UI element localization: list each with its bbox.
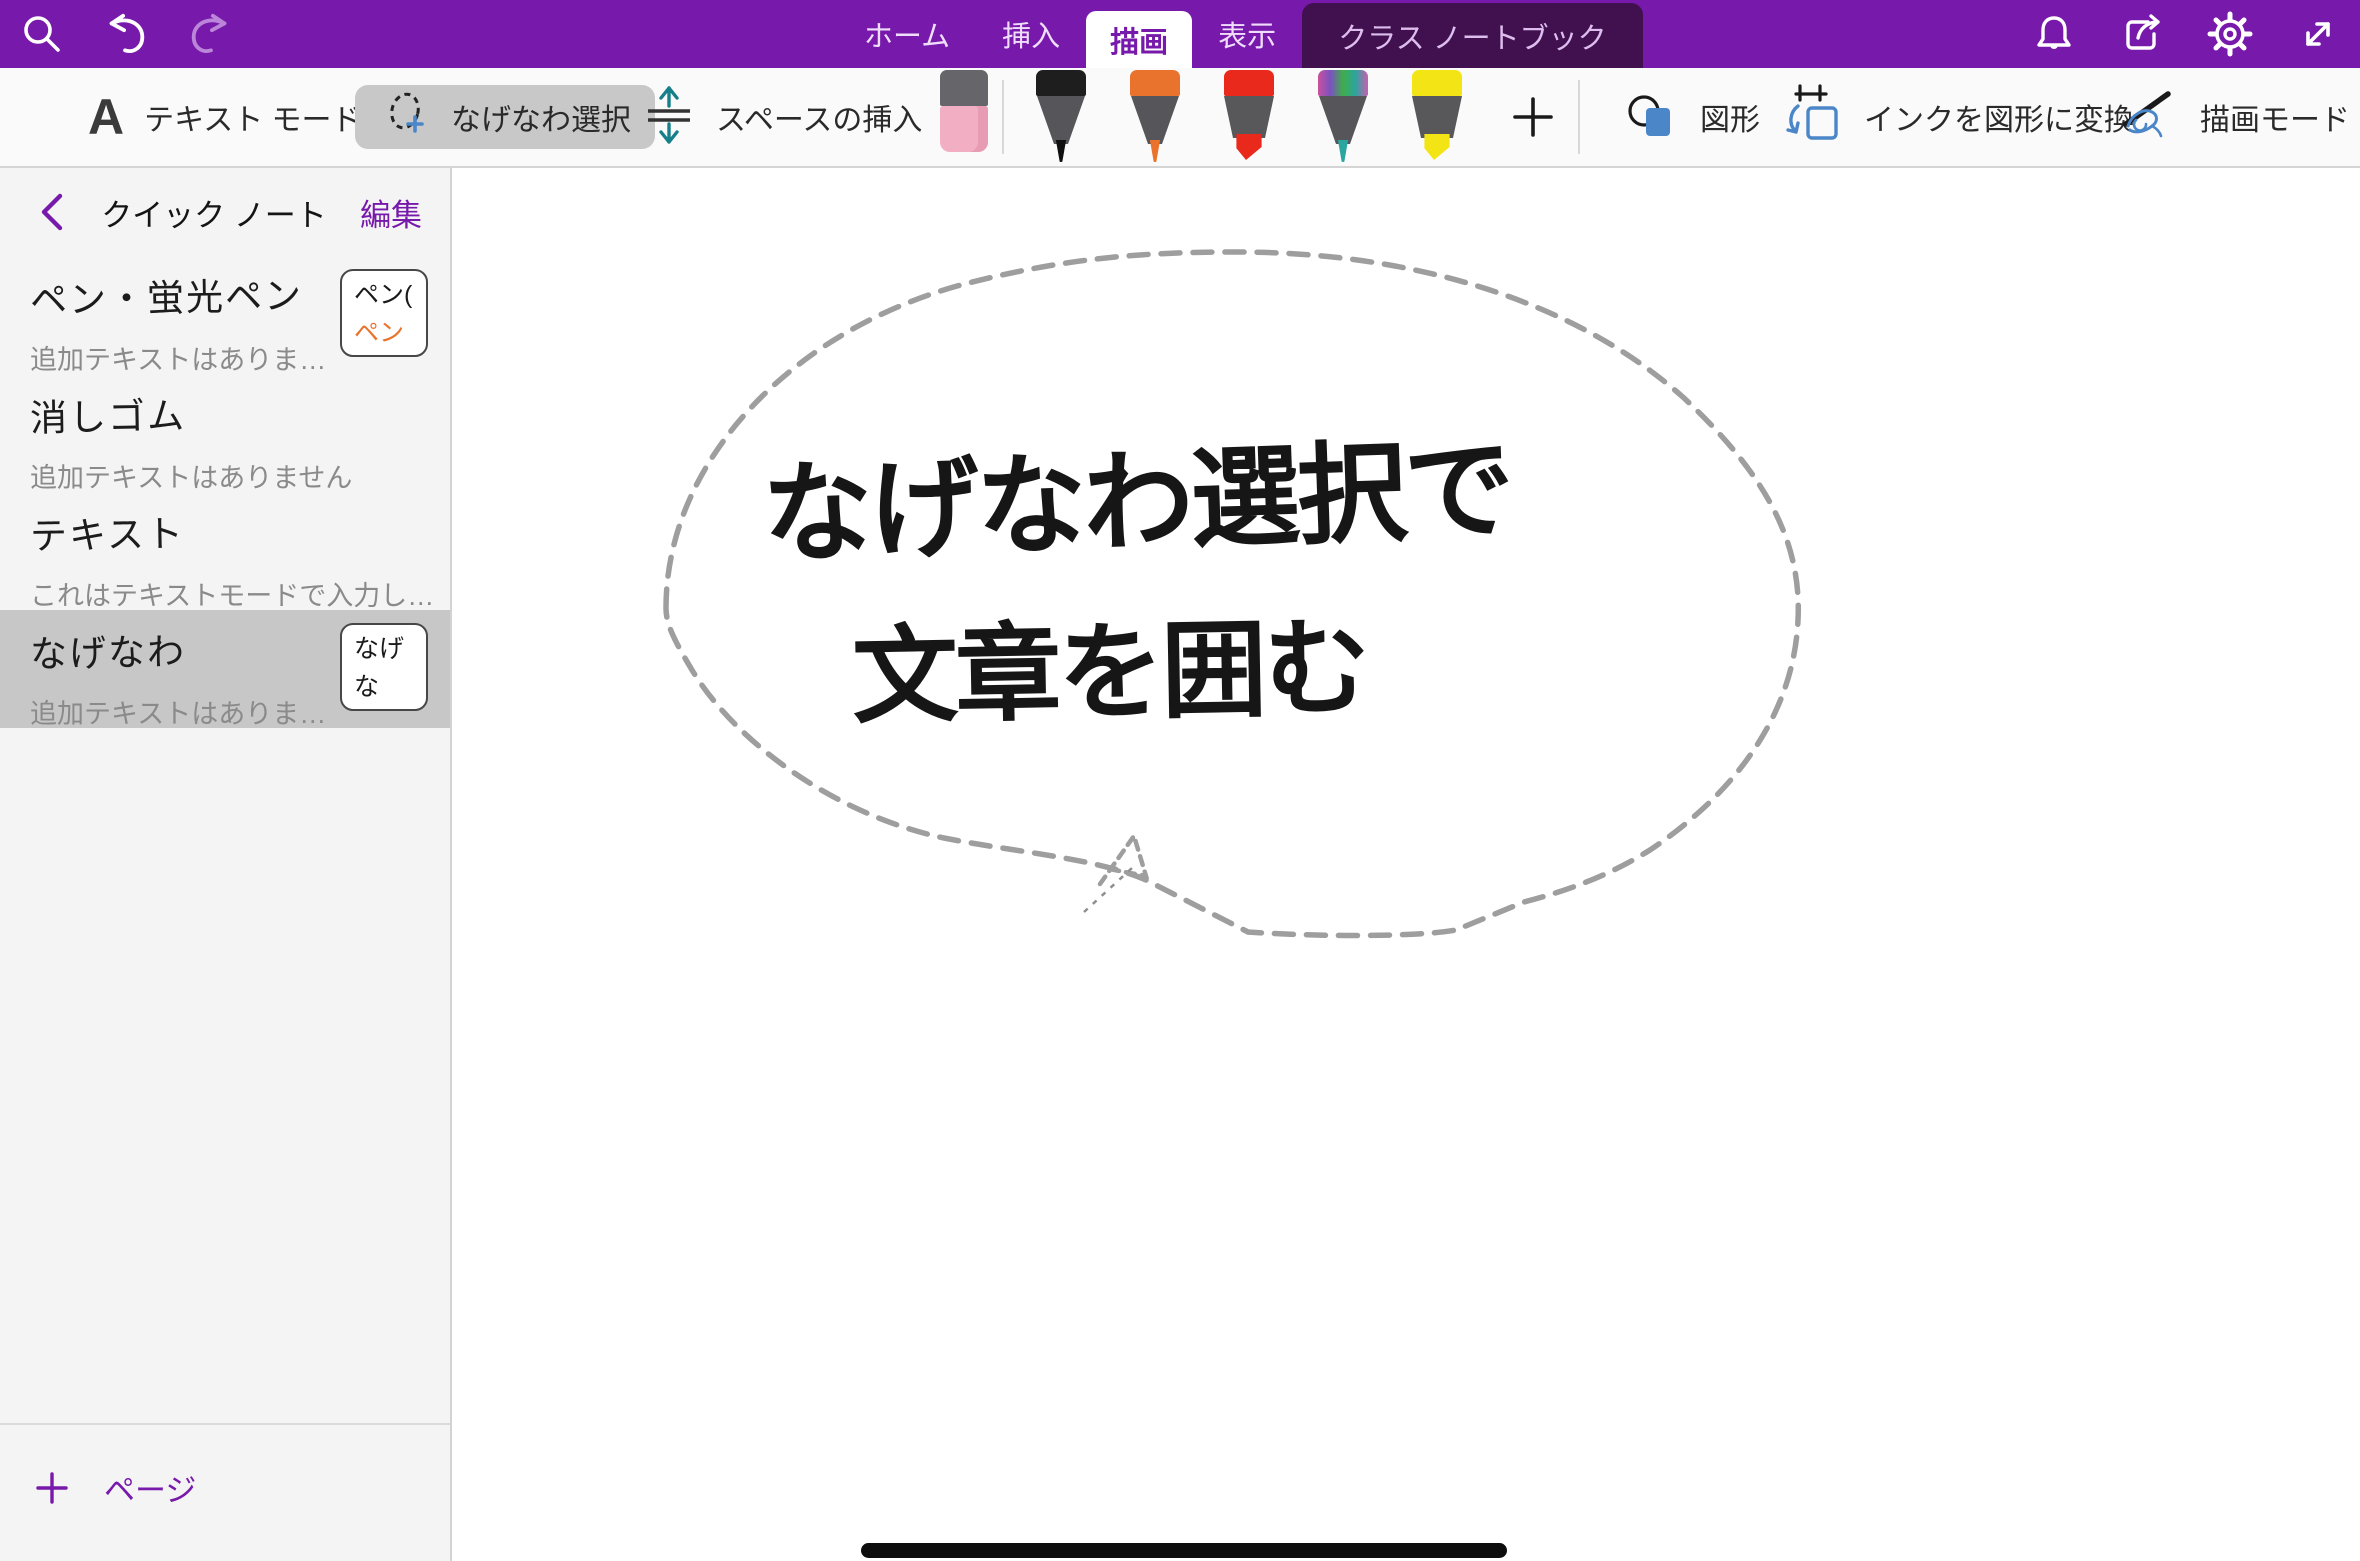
draw-mode-label: 描画モード [2200,95,2350,139]
settings-gear-icon[interactable] [2206,10,2254,58]
sidebar-header: クイック ノート 編集 [0,168,450,256]
tab-insert[interactable]: 挿入 [976,0,1086,68]
eraser-tool[interactable] [940,70,988,152]
page-thumbnail: ペン( ペン [340,269,428,357]
eraser-bottom [940,106,988,152]
rainbow-pen-cone [1318,96,1368,144]
red-highlighter[interactable] [1224,70,1274,162]
lasso-select-label: なげなわ選択 [451,95,631,139]
eraser-top [940,70,988,106]
search-icon[interactable] [18,10,66,58]
share-icon[interactable] [2118,10,2166,58]
black-pen-cone [1036,96,1086,144]
text-mode-button[interactable]: A テキスト モード [88,68,362,166]
lasso-selection-outline [452,168,2360,1561]
insert-space-label: スペースの挿入 [716,95,922,139]
insert-space-icon [642,84,696,151]
text-mode-a-icon: A [88,92,124,142]
ink-to-shape-label: インクを図形に変換 [1864,95,2134,139]
drawing-toolbar: A テキスト モード なげなわ選択 スペースの挿入 図形 [0,68,2360,168]
shapes-button[interactable]: 図形 [1622,68,1760,166]
text-mode-label: テキスト モード [144,95,361,139]
orange-pen-cone [1130,96,1180,144]
black-pen-cap [1036,70,1086,96]
rainbow-pen-cap [1318,70,1368,96]
top-app-bar: ホーム 挿入 描画 表示 クラス ノートブック [0,0,2360,68]
page-subtitle: これはテキストモードで入力し… [30,574,450,613]
tab-home[interactable]: ホーム [838,0,976,68]
thumbnail-ink-line: なげな [354,631,426,706]
shapes-label: 図形 [1700,95,1760,139]
page-subtitle: 追加テキストはありません [30,456,450,495]
home-indicator-bar[interactable] [861,1543,1507,1558]
topbar-right-icons [2030,0,2342,68]
page-item-eraser[interactable]: 消しゴム 追加テキストはありません [0,374,450,492]
red-highlighter-cone [1224,96,1274,138]
back-chevron-icon[interactable] [34,190,68,234]
draw-mode-button[interactable]: 描画モード [2118,68,2350,166]
page-title: テキスト [30,499,451,560]
orange-pen-cap [1130,70,1180,96]
sidebar-footer: ページ [0,1423,450,1561]
tab-view[interactable]: 表示 [1192,0,1302,68]
yellow-highlighter-cone [1412,96,1462,138]
tab-draw[interactable]: 描画 [1086,11,1192,68]
page-title: 消しゴム [30,381,451,442]
toolbar-divider [1578,80,1580,154]
handwritten-ink-line-1: なげなわ選択で [759,399,1513,585]
redo-icon[interactable] [186,10,234,58]
yellow-highlighter-tip [1422,134,1452,160]
red-highlighter-tip [1234,134,1264,160]
add-pen-button[interactable] [1498,68,1568,166]
fullscreen-expand-icon[interactable] [2294,10,2342,58]
black-pen[interactable] [1036,70,1086,162]
lasso-icon [379,87,435,148]
edit-button[interactable]: 編集 [360,190,422,235]
red-highlighter-cap [1224,70,1274,96]
insert-space-button[interactable]: スペースの挿入 [642,68,922,166]
orange-pen[interactable] [1130,70,1180,162]
pen-set [1036,70,1462,162]
ink-to-shape-button[interactable]: インクを図形に変換 [1782,68,2134,166]
page-thumbnail: なげな 文章を [340,623,428,711]
undo-icon[interactable] [102,10,150,58]
lasso-select-button[interactable]: なげなわ選択 [355,85,655,149]
add-page-label: ページ [104,1465,196,1510]
page-list-sidebar: クイック ノート 編集 ペン・蛍光ペン 追加テキストはありま… ペン( ペン 消… [0,168,452,1561]
plus-icon [34,1470,70,1506]
thumbnail-ink-line: ペン [354,315,426,353]
notifications-bell-icon[interactable] [2030,10,2078,58]
thumbnail-ink-line: 文章を [354,706,426,711]
handwritten-ink-line-2: 文章を囲む [851,582,1369,745]
topbar-left-icons [18,0,234,68]
ribbon-tabs: ホーム 挿入 描画 表示 クラス ノートブック [838,0,1643,68]
yellow-highlighter-cap [1412,70,1462,96]
tab-class-notebook[interactable]: クラス ノートブック [1302,3,1642,68]
yellow-highlighter[interactable] [1412,70,1462,162]
thumbnail-ink-line: ペン( [354,277,426,315]
rainbow-pen[interactable] [1318,70,1368,162]
page-item-text[interactable]: テキスト これはテキストモードで入力し… [0,492,450,610]
add-page-button[interactable]: ページ [34,1465,196,1510]
ink-to-shape-icon [1782,82,1844,153]
toolbar-divider [1002,80,1004,154]
page-item-pen-highlighter[interactable]: ペン・蛍光ペン 追加テキストはありま… ペン( ペン [0,256,450,374]
shapes-icon [1622,86,1680,149]
draw-mode-hand-pen-icon [2118,84,2180,151]
notebook-section-title: クイック ノート [68,190,360,235]
page-item-lasso[interactable]: なげなわ 追加テキストはありま… なげな 文章を [0,610,450,728]
drawing-canvas[interactable]: なげなわ選択で 文章を囲む [452,168,2360,1561]
